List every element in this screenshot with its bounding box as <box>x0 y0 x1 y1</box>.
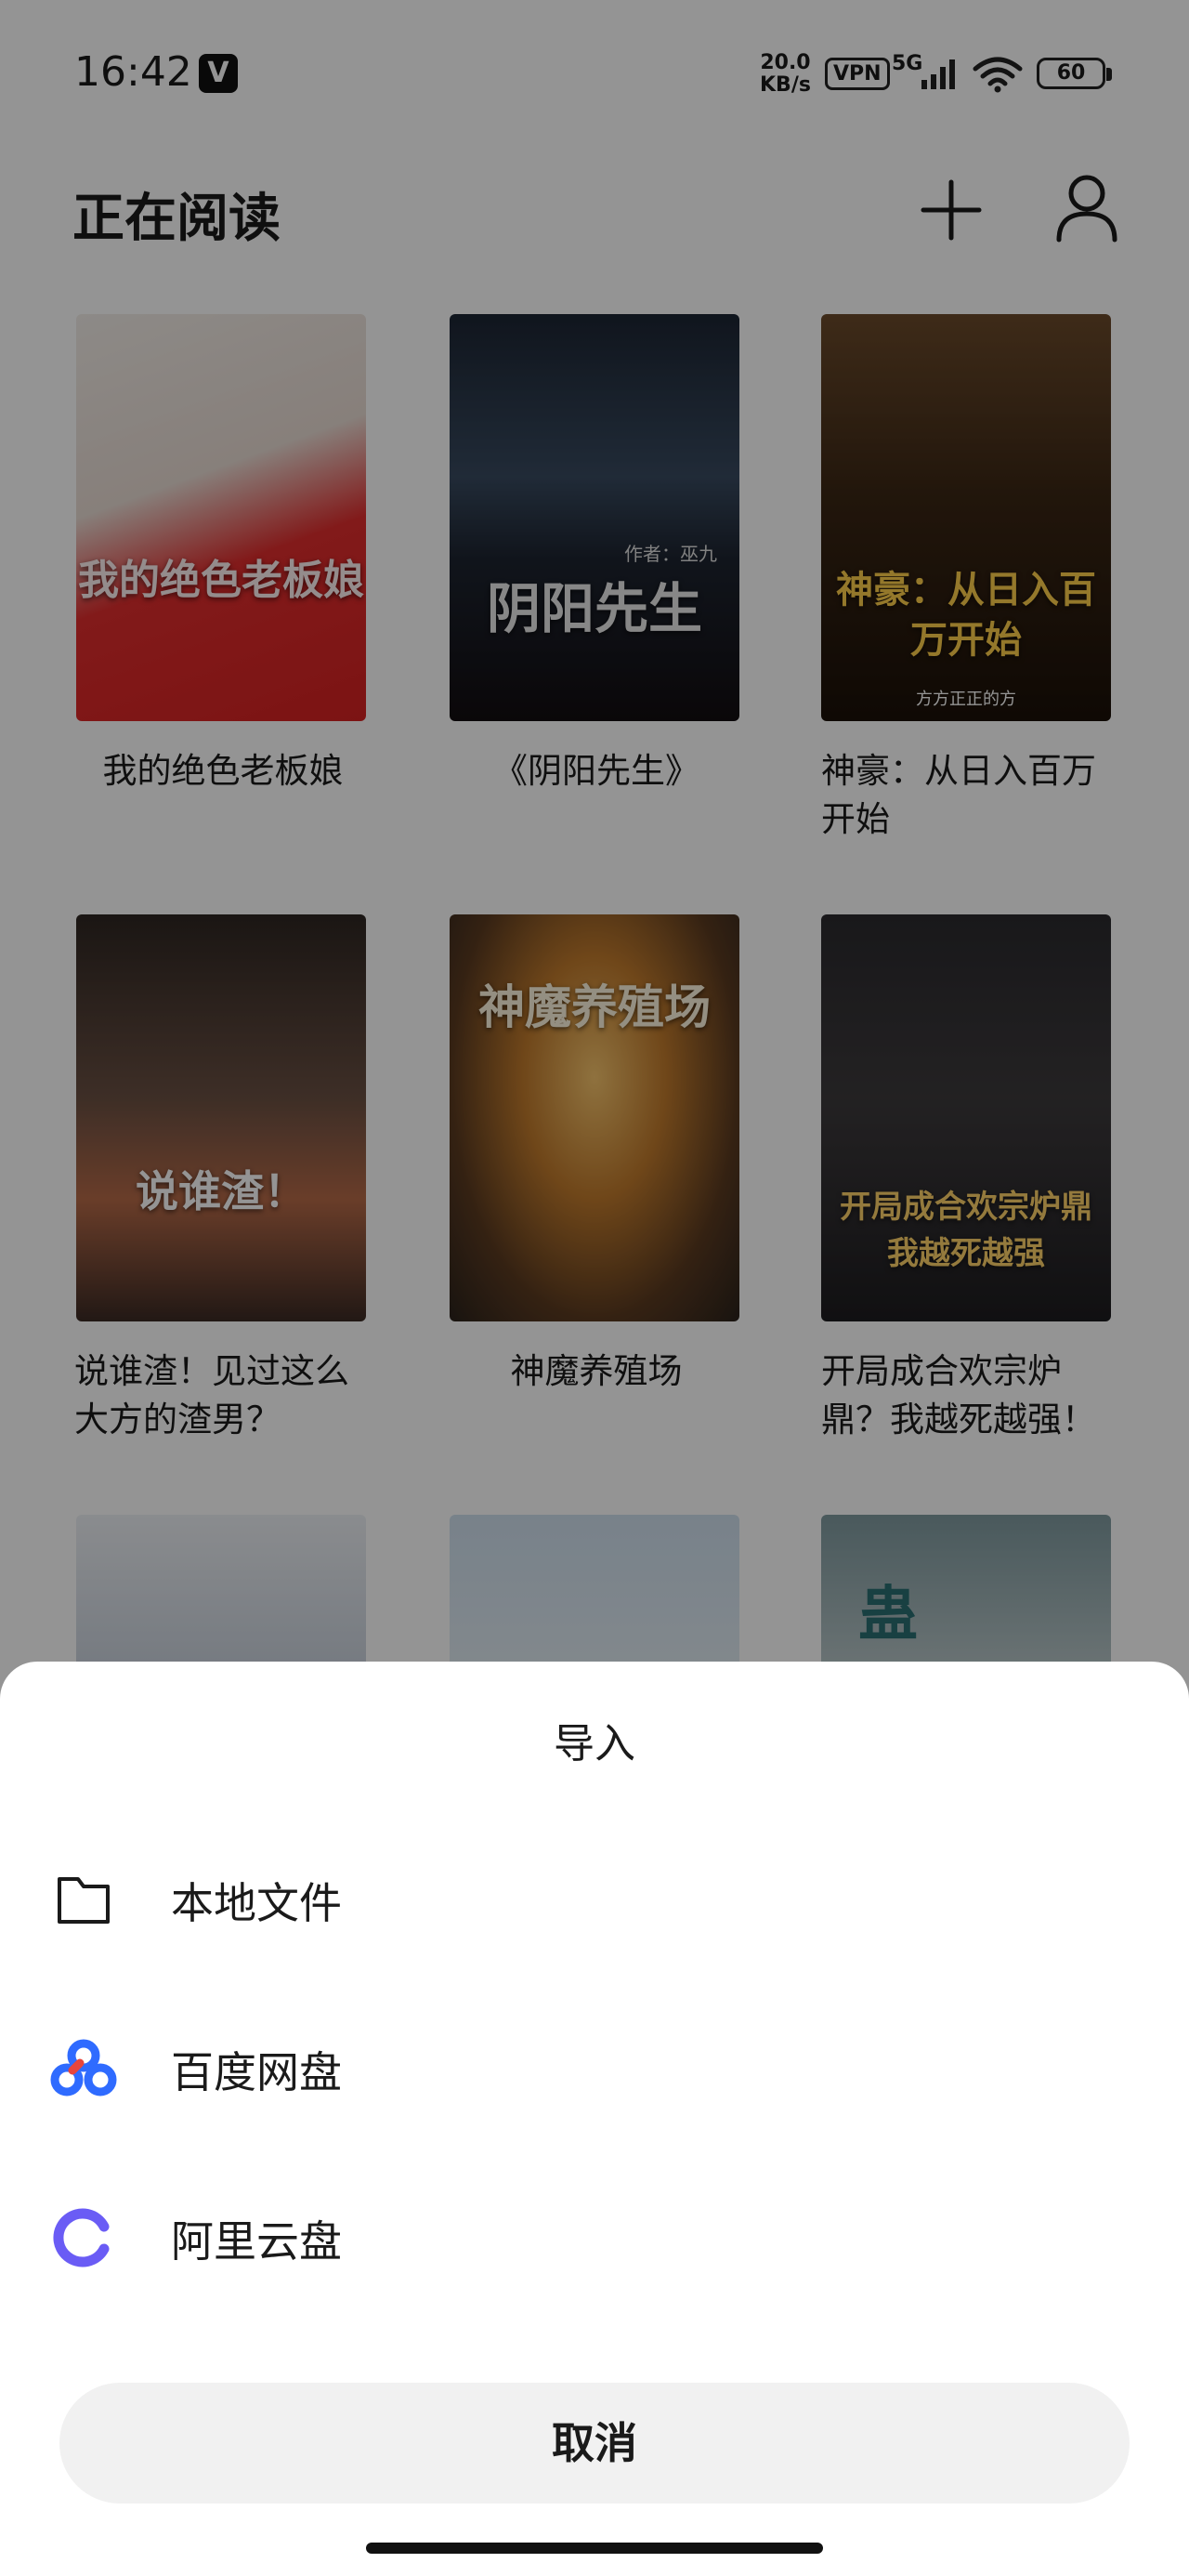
baidu-netdisk-icon <box>50 2039 117 2096</box>
option-label: 本地文件 <box>171 1878 342 1928</box>
option-local-file[interactable]: 本地文件 <box>0 1829 1189 1968</box>
option-aliyun-drive[interactable]: 阿里云盘 <box>0 2167 1189 2307</box>
home-indicator[interactable] <box>366 2543 823 2554</box>
reading-screen: 16:42 V 20.0 KB/s VPN 5G 60 正在阅读 我的绝色老板娘… <box>0 0 1189 2576</box>
import-sheet: 导入 本地文件 百度网盘 阿里云盘 取消 <box>0 1662 1189 2576</box>
option-label: 百度网盘 <box>171 2047 342 2097</box>
folder-icon <box>58 1877 110 1924</box>
aliyun-drive-icon <box>53 2208 110 2267</box>
option-baidu-netdisk[interactable]: 百度网盘 <box>0 1998 1189 2137</box>
sheet-title: 导入 <box>554 1720 635 1768</box>
option-label: 阿里云盘 <box>171 2216 342 2267</box>
cancel-button[interactable]: 取消 <box>59 2383 1130 2504</box>
